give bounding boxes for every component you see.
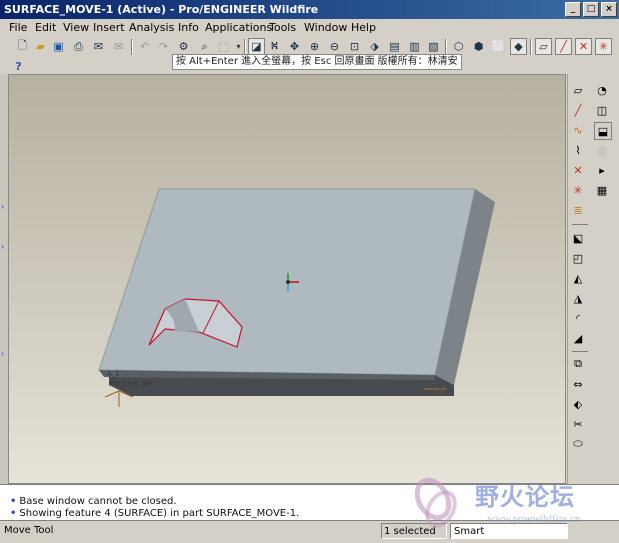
menu-window[interactable]: Window (304, 21, 347, 34)
maximize-button[interactable]: □ (583, 2, 599, 17)
menu-info[interactable]: Info (178, 21, 199, 34)
context-help-icon[interactable]: ? (10, 58, 27, 75)
message-line: • Base window cannot be closed. (10, 496, 177, 507)
menu-file[interactable]: File (9, 21, 27, 34)
selection-filter-select[interactable]: Smart (450, 523, 568, 539)
datum-points-icon[interactable]: ✕ (575, 38, 592, 55)
zoom-out-icon[interactable]: ⊖ (326, 38, 343, 55)
model-canvas[interactable]: PRT_CSYS_DEF A_1 A_1 (9, 75, 566, 484)
extrude-tool-icon[interactable]: ⬕ (570, 230, 586, 246)
datum-axes-icon[interactable]: ╱ (555, 38, 572, 55)
datum-label-left: A_1 (107, 370, 120, 378)
menu-edit[interactable]: Edit (35, 21, 56, 34)
window-title: SURFACE_MOVE-1 (Active) - Pro/ENGINEER W… (4, 3, 319, 16)
datum-axis-tool-icon[interactable]: ╱ (570, 102, 586, 118)
send-icon[interactable]: ✉ (110, 38, 127, 55)
datum-plane-tool-icon[interactable]: ▱ (570, 82, 586, 98)
save-icon[interactable]: ▣ (50, 38, 67, 55)
saved-views-icon[interactable]: ▤ (386, 38, 403, 55)
redo-icon[interactable]: ↷ (155, 38, 172, 55)
sweep-tool-icon[interactable]: ◭ (570, 270, 586, 286)
view-manager-icon[interactable]: ▧ (425, 38, 442, 55)
expand-arrow-icon[interactable]: › (1, 349, 4, 358)
expand-arrow-icon[interactable]: › (1, 202, 4, 211)
datum-analysis-icon[interactable]: ✳ (570, 182, 586, 198)
style-tool-icon[interactable]: ⬓ (594, 122, 612, 140)
message-line: • Showing feature 4 (SURFACE) in part SUR… (10, 508, 300, 519)
feature-toolbar: ▱ ◔ ╱ ◫ ∿ ⬓ ⌇ ◎ ✕ ▸ ✳ ▦ ≣ ⬕ ◰ ◭ ◮ ◜ ◢ ⧉ … (567, 74, 619, 484)
menu-analysis[interactable]: Analysis (129, 21, 174, 34)
minimize-button[interactable]: _ (565, 2, 581, 17)
open-folder-icon[interactable]: ▰ (32, 38, 49, 55)
shading-icon[interactable]: ◆ (510, 38, 527, 55)
window-controls: _ □ × (565, 2, 617, 17)
find-icon[interactable]: ⌕ (196, 38, 213, 55)
refit-icon[interactable]: ⊡ (346, 38, 363, 55)
coordinate-system-tool-icon[interactable]: ✕ (570, 162, 586, 178)
menu-bar: File Edit View Insert Analysis Info Appl… (0, 19, 619, 36)
menu-help[interactable]: Help (351, 21, 376, 34)
merge-tool-icon[interactable]: ⬖ (570, 396, 586, 412)
datum-curve-tool-icon[interactable]: ∿ (570, 122, 586, 138)
trim-tool-icon[interactable]: ✂ (570, 416, 586, 432)
title-bar: SURFACE_MOVE-1 (Active) - Pro/ENGINEER W… (0, 0, 619, 19)
undo-icon[interactable]: ↶ (136, 38, 153, 55)
boundary-blend-icon[interactable]: ◫ (594, 102, 610, 118)
layer-tool-icon[interactable]: ≣ (570, 202, 586, 218)
zoom-in-icon[interactable]: ⊕ (306, 38, 323, 55)
coordinate-systems-icon[interactable]: ✳ (595, 38, 612, 55)
repaint-icon[interactable]: ◪ (248, 38, 265, 55)
wireframe-icon[interactable]: ⬡ (450, 38, 467, 55)
datum-planes-icon[interactable]: ▱ (535, 38, 552, 55)
extend-tool-icon[interactable]: ⬭ (570, 436, 586, 452)
reorient-icon[interactable]: ⬗ (366, 38, 383, 55)
message-area: • Base window cannot be closed. • Showing … (0, 484, 619, 521)
revolve-tool-icon[interactable]: ◰ (570, 250, 586, 266)
grid-icon[interactable]: ▦ (594, 182, 610, 198)
chamfer-tool-icon[interactable]: ◢ (570, 330, 586, 346)
datum-label-right: A_1 (431, 387, 444, 395)
csys-label: PRT_CSYS_DEF (109, 381, 154, 388)
spin-center-icon[interactable]: ⛕ (266, 38, 283, 55)
datum-point-tool-icon[interactable]: ⌇ (570, 142, 586, 158)
mirror-tool-icon[interactable]: ⇔ (570, 376, 586, 392)
email-icon[interactable]: ✉ (90, 38, 107, 55)
sketch-tool-icon[interactable]: ◔ (594, 82, 610, 98)
left-collapse-strip[interactable]: › › › (0, 74, 8, 484)
hidden-line-icon[interactable]: ⬢ (470, 38, 487, 55)
graphics-window[interactable]: PRT_CSYS_DEF A_1 A_1 (8, 74, 566, 484)
copy-tool-icon[interactable]: ⧉ (570, 356, 586, 372)
menu-insert[interactable]: Insert (93, 21, 125, 34)
status-bar: Move Tool 1 selected Smart (0, 520, 619, 543)
regenerate-icon[interactable]: ⚙ (175, 38, 192, 55)
expand-right-icon[interactable]: ▸ (594, 162, 610, 178)
no-hidden-icon[interactable]: ⬜ (490, 38, 507, 55)
menu-applications[interactable]: Applications (205, 21, 272, 34)
pointer-icon: ◎ (597, 143, 607, 157)
fullscreen-hint: 按 Alt+Enter 進入全螢幕，按 Esc 回原畫面 版權所有：林清安 (172, 54, 462, 70)
layers-icon[interactable]: ▥ (406, 38, 423, 55)
round-tool-icon[interactable]: ◜ (570, 310, 586, 326)
new-file-icon[interactable]: 🗋 (14, 38, 31, 55)
blend-tool-icon[interactable]: ◮ (570, 290, 586, 306)
menu-view[interactable]: View (63, 21, 89, 34)
status-tool-name: Move Tool (4, 525, 54, 536)
orient-mode-icon[interactable]: ✥ (286, 38, 303, 55)
selection-count[interactable]: 1 selected (381, 523, 447, 539)
menu-tools[interactable]: Tools (269, 21, 296, 34)
print-icon[interactable]: ⎙ (70, 38, 87, 55)
close-button[interactable]: × (601, 2, 617, 17)
expand-arrow-icon[interactable]: › (1, 242, 4, 251)
